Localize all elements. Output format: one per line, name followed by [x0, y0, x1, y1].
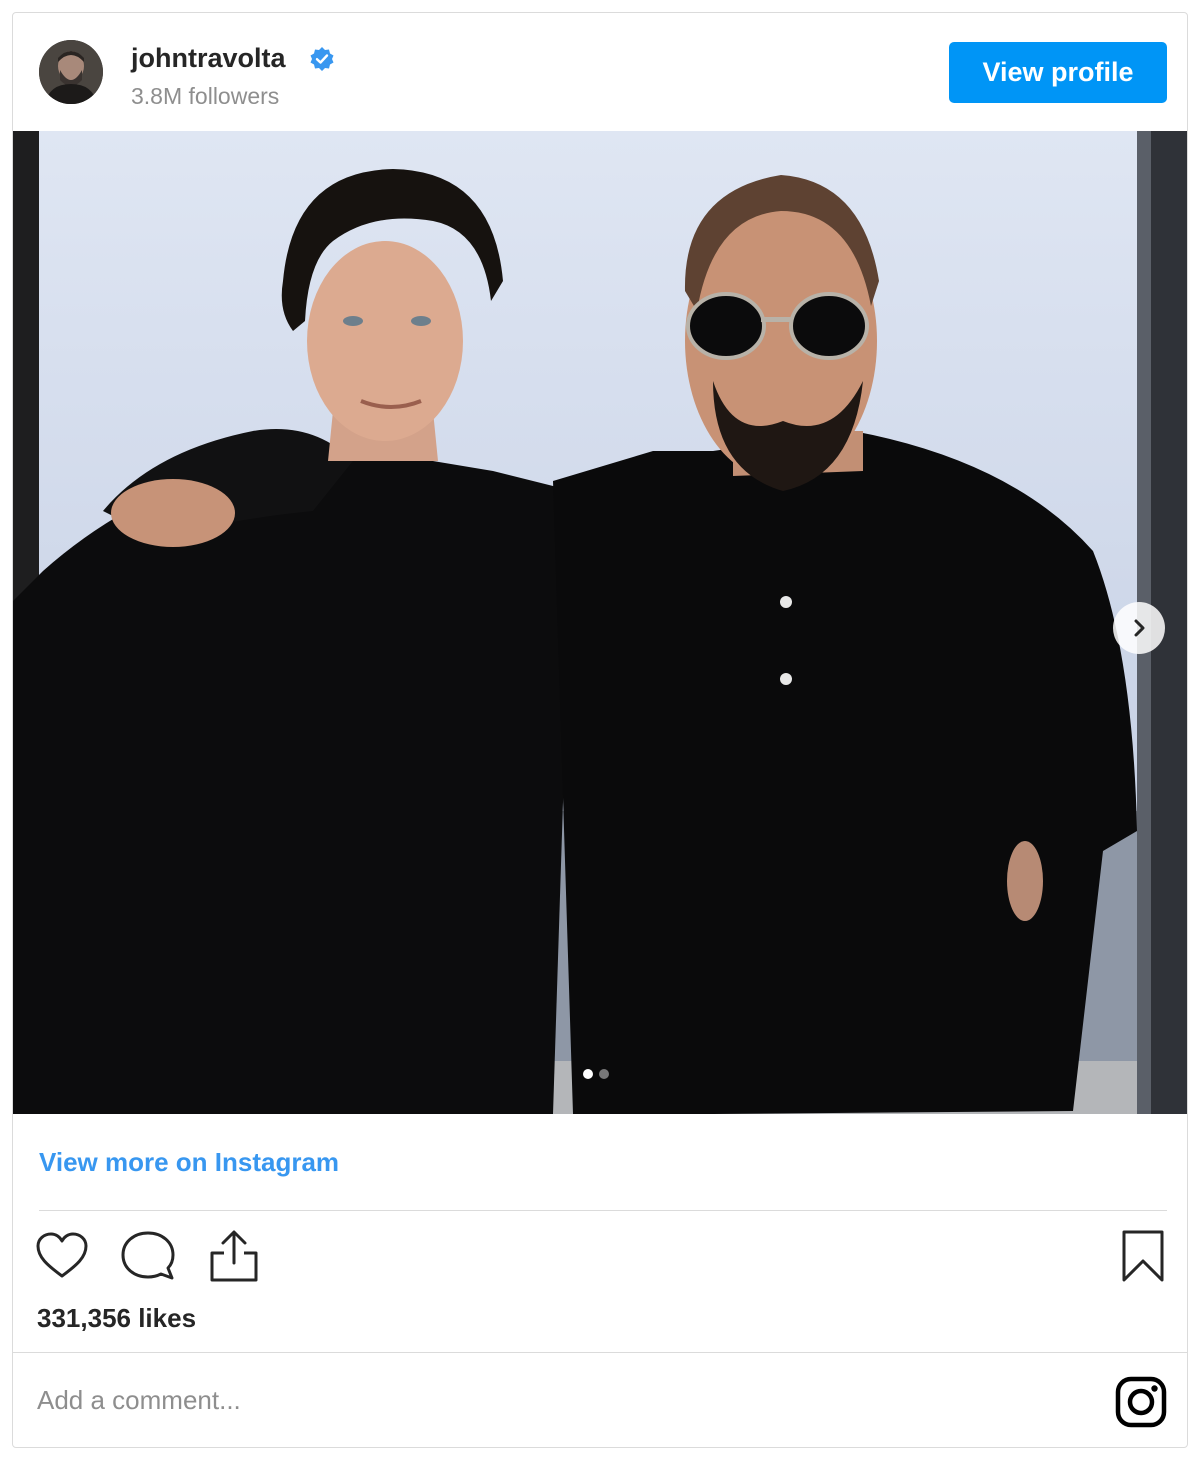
view-more-link[interactable]: View more on Instagram — [39, 1147, 339, 1178]
share-button[interactable] — [205, 1227, 263, 1285]
heart-icon — [36, 1232, 88, 1278]
comment-icon — [121, 1231, 175, 1280]
comment-input[interactable] — [37, 1375, 1037, 1425]
verified-badge-icon — [310, 47, 334, 71]
carousel-dot-active — [583, 1069, 593, 1079]
comment-button[interactable] — [119, 1227, 177, 1285]
share-icon — [210, 1230, 258, 1282]
carousel-indicator — [583, 1069, 609, 1079]
post-photo[interactable] — [13, 131, 1187, 1114]
like-count: 331,356 likes — [37, 1303, 197, 1333]
view-profile-button[interactable]: View profile — [949, 42, 1167, 103]
save-button[interactable] — [1114, 1227, 1172, 1285]
carousel-dot — [599, 1069, 609, 1079]
bookmark-icon — [1122, 1230, 1164, 1282]
like-button[interactable] — [33, 1227, 91, 1285]
instagram-logo-icon[interactable] — [1115, 1376, 1167, 1428]
follower-count: 3.8M followers — [131, 83, 280, 109]
post-header: johntravolta 3.8M followers View profile — [13, 13, 1187, 131]
username[interactable]: johntravolta — [131, 43, 286, 74]
action-bar — [33, 1227, 263, 1287]
avatar[interactable] — [39, 40, 103, 104]
divider — [39, 1210, 1167, 1211]
divider — [13, 1352, 1187, 1353]
chevron-right-icon — [1134, 619, 1145, 637]
instagram-embed-card: johntravolta 3.8M followers View profile — [12, 12, 1188, 1448]
carousel-next-button[interactable] — [1113, 602, 1165, 654]
